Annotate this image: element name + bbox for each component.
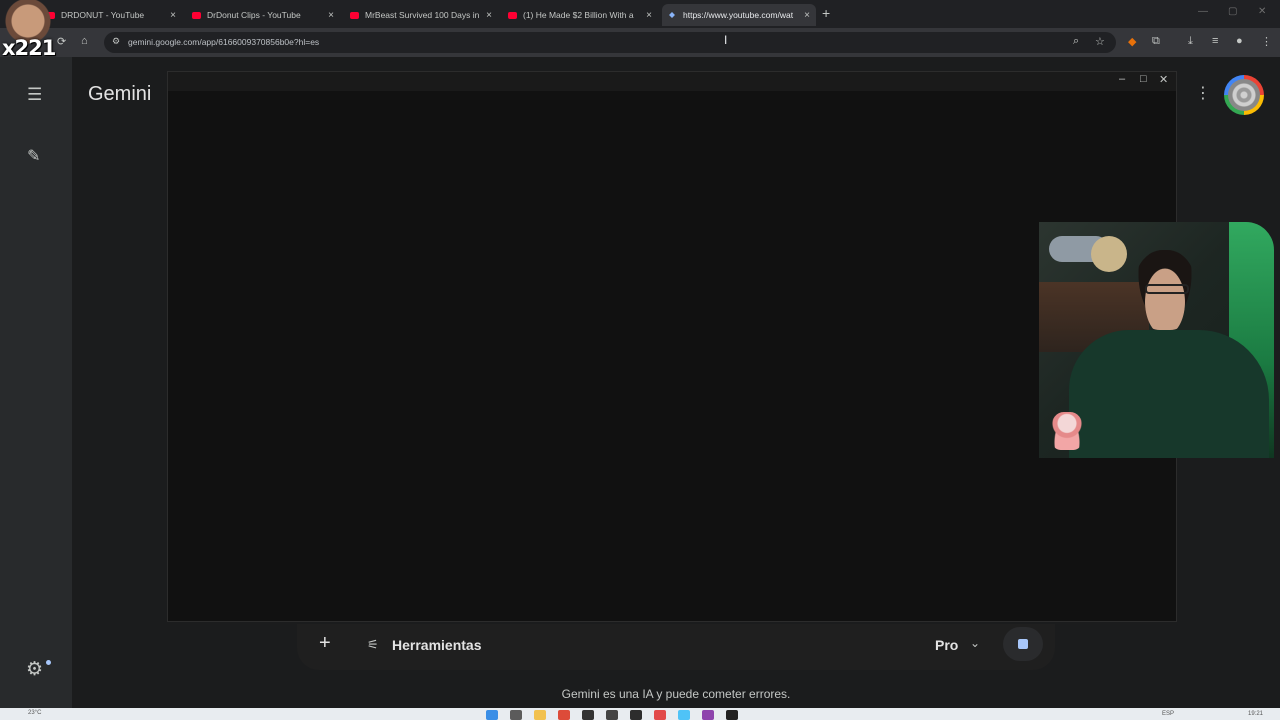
extension-fox-icon[interactable]: ◆ <box>1128 35 1136 48</box>
app-icon[interactable] <box>678 710 690 720</box>
canvas-preview-window: – □ ✕ <box>167 71 1177 622</box>
youtube-icon <box>350 11 359 19</box>
microphone <box>1091 236 1127 272</box>
tools-button[interactable]: Herramientas <box>392 637 482 653</box>
address-bar[interactable]: ⚙ gemini.google.com/app/6166009370856b0e… <box>104 32 1116 53</box>
hamburger-menu-icon[interactable]: ☰ <box>27 85 42 105</box>
close-icon[interactable]: ✕ <box>1159 73 1168 86</box>
browser-tab-3[interactable]: MrBeast Survived 100 Days in × <box>344 4 498 26</box>
settings-gear-icon[interactable]: ⚙ <box>26 658 43 681</box>
chrome-icon[interactable] <box>558 710 570 720</box>
search-icon[interactable] <box>510 710 522 720</box>
maximize-icon[interactable]: □ <box>1140 73 1147 85</box>
notification-dot <box>46 660 51 665</box>
tab-label: DRDONUT - YouTube <box>61 10 145 20</box>
clock[interactable]: 19:21 <box>1248 711 1263 717</box>
browser-tab-4[interactable]: (1) He Made $2 Billion With a × <box>502 4 658 26</box>
streamer-body <box>1069 330 1269 458</box>
stop-generation-button[interactable] <box>1003 627 1043 661</box>
profile-icon[interactable]: ● <box>1236 35 1243 47</box>
text-cursor-icon: I <box>724 33 728 47</box>
gemini-brand-title: Gemini <box>88 83 152 105</box>
add-attachment-button[interactable]: + <box>319 632 331 655</box>
side-rail: ☰ ✎ ⚙ <box>0 57 72 708</box>
minimize-icon[interactable]: – <box>1119 73 1125 85</box>
new-chat-icon[interactable]: ✎ <box>27 146 40 166</box>
tools-sliders-icon[interactable]: ⚟ <box>367 637 379 653</box>
minimize-window-icon[interactable]: — <box>1198 6 1208 17</box>
close-window-icon[interactable]: ✕ <box>1258 6 1266 17</box>
app-icon[interactable] <box>654 710 666 720</box>
account-avatar[interactable] <box>1224 75 1264 115</box>
site-info-icon[interactable]: ⚙ <box>112 36 120 47</box>
streamer-logo-overlay: x221 <box>0 0 56 60</box>
youtube-icon <box>508 11 517 19</box>
browser-tab-5-active[interactable]: https://www.youtube.com/wat × <box>662 4 816 26</box>
language-indicator[interactable]: ESP <box>1162 711 1174 717</box>
home-icon[interactable]: ⌂ <box>81 35 88 47</box>
zoom-icon[interactable]: ⌕ <box>1073 35 1079 48</box>
close-icon[interactable]: × <box>328 10 334 21</box>
gemini-icon <box>668 12 677 19</box>
media-control-icon[interactable]: ≡ <box>1212 35 1218 47</box>
close-icon[interactable]: × <box>170 10 176 21</box>
prompt-input-bar[interactable]: + ⚟ Herramientas Pro ⌄ <box>297 624 1055 670</box>
tab-label: DrDonut Clips - YouTube <box>207 10 301 20</box>
close-icon[interactable]: × <box>646 10 652 21</box>
bookmark-star-icon[interactable]: ☆ <box>1095 35 1105 48</box>
app-icon[interactable] <box>606 710 618 720</box>
close-icon[interactable]: × <box>804 10 810 21</box>
more-options-icon[interactable]: ⋮ <box>1195 83 1211 103</box>
browser-tab-1[interactable]: DRDONUT - YouTube × <box>40 4 182 26</box>
start-icon[interactable] <box>486 710 498 720</box>
browser-menu-icon[interactable]: ⋮ <box>1261 35 1272 48</box>
pixel-sticker <box>1051 412 1083 450</box>
browser-toolbar: ⟳ ⌂ ⚙ gemini.google.com/app/616600937085… <box>0 28 1280 57</box>
browser-tab-strip: DRDONUT - YouTube × DrDonut Clips - YouT… <box>0 0 1280 28</box>
chevron-down-icon[interactable]: ⌄ <box>970 636 980 650</box>
url-text: gemini.google.com/app/6166009370856b0e?h… <box>128 37 320 47</box>
reload-icon[interactable]: ⟳ <box>57 35 66 48</box>
weather-widget[interactable]: 23°C <box>28 710 41 716</box>
webcam-overlay <box>1039 222 1274 458</box>
app-icon[interactable] <box>702 710 714 720</box>
tab-label: https://www.youtube.com/wat <box>683 10 794 20</box>
close-icon[interactable]: × <box>486 10 492 21</box>
file-explorer-icon[interactable] <box>534 710 546 720</box>
browser-tab-2[interactable]: DrDonut Clips - YouTube × <box>186 4 340 26</box>
youtube-icon <box>192 11 201 19</box>
new-tab-button[interactable]: + <box>822 5 830 21</box>
windows-taskbar: 23°C ESP 19:21 <box>0 708 1280 720</box>
model-selector[interactable]: Pro <box>935 637 958 653</box>
canvas-titlebar: – □ ✕ <box>168 72 1176 91</box>
maximize-window-icon[interactable]: ▢ <box>1228 6 1237 17</box>
app-icon[interactable] <box>630 710 642 720</box>
taskbar-apps <box>486 710 738 720</box>
download-icon[interactable]: ⤓ <box>1188 35 1193 48</box>
app-icon[interactable] <box>726 710 738 720</box>
app-icon[interactable] <box>582 710 594 720</box>
tab-label: (1) He Made $2 Billion With a <box>523 10 634 20</box>
tab-label: MrBeast Survived 100 Days in <box>365 10 480 20</box>
streamer-glasses <box>1145 284 1189 294</box>
disclaimer-text: Gemini es una IA y puede cometer errores… <box>561 687 791 701</box>
extensions-puzzle-icon[interactable]: ⧉ <box>1152 35 1160 48</box>
